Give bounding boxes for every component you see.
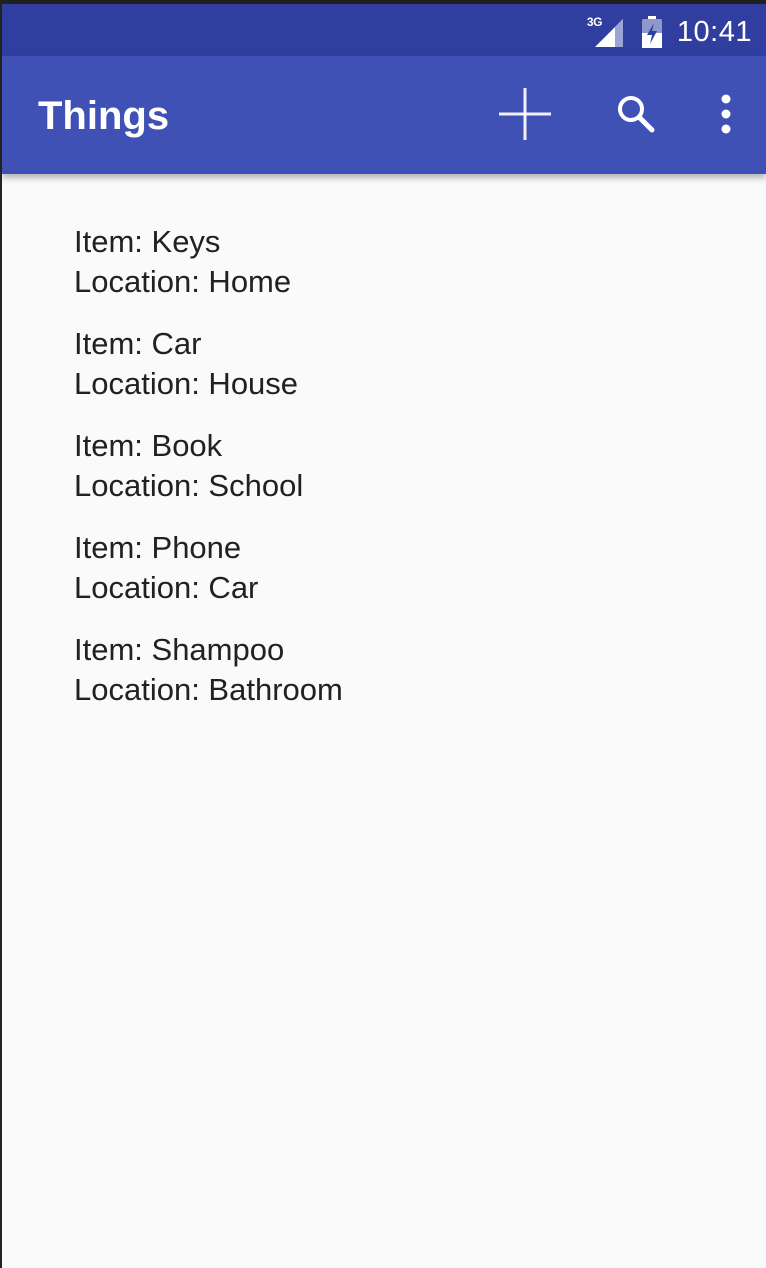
app-screen: 3G 10:41 Things Item: Keys Location: Hom…: [0, 0, 766, 1268]
overflow-menu-icon: [721, 94, 731, 134]
item-name: Item: Keys: [74, 224, 221, 259]
item-name: Item: Car: [74, 326, 202, 361]
item-name: Item: Shampoo: [74, 632, 285, 667]
list-item[interactable]: Item: Car Location: House: [74, 324, 766, 404]
item-name: Item: Book: [74, 428, 223, 463]
battery-charging-icon: [641, 15, 663, 49]
status-time: 10:41: [676, 15, 752, 48]
list-item[interactable]: Item: Keys Location: Home: [74, 222, 766, 302]
item-location: Location: Bathroom: [74, 672, 343, 707]
list-item[interactable]: Item: Shampoo Location: Bathroom: [74, 630, 766, 710]
cell-signal-icon: 3G: [587, 15, 627, 49]
item-location: Location: Car: [74, 570, 259, 605]
status-bar: 3G 10:41: [2, 0, 766, 56]
things-list: Item: Keys Location: Home Item: Car Loca…: [74, 222, 766, 732]
network-type-label: 3G: [586, 15, 603, 29]
item-location: Location: House: [74, 366, 299, 401]
search-button[interactable]: [604, 82, 668, 146]
plus-icon: [499, 88, 551, 140]
overflow-menu-button[interactable]: [694, 82, 758, 146]
toolbar: Things: [2, 56, 766, 174]
status-icons: 3G 10:41: [587, 12, 752, 52]
list-item[interactable]: Item: Book Location: School: [74, 426, 766, 506]
search-icon: [618, 96, 655, 133]
page-title: Things: [38, 94, 170, 138]
add-button[interactable]: [493, 82, 557, 146]
item-location: Location: School: [74, 468, 304, 503]
item-location: Location: Home: [74, 264, 292, 299]
list-item[interactable]: Item: Phone Location: Car: [74, 528, 766, 608]
item-name: Item: Phone: [74, 530, 242, 565]
